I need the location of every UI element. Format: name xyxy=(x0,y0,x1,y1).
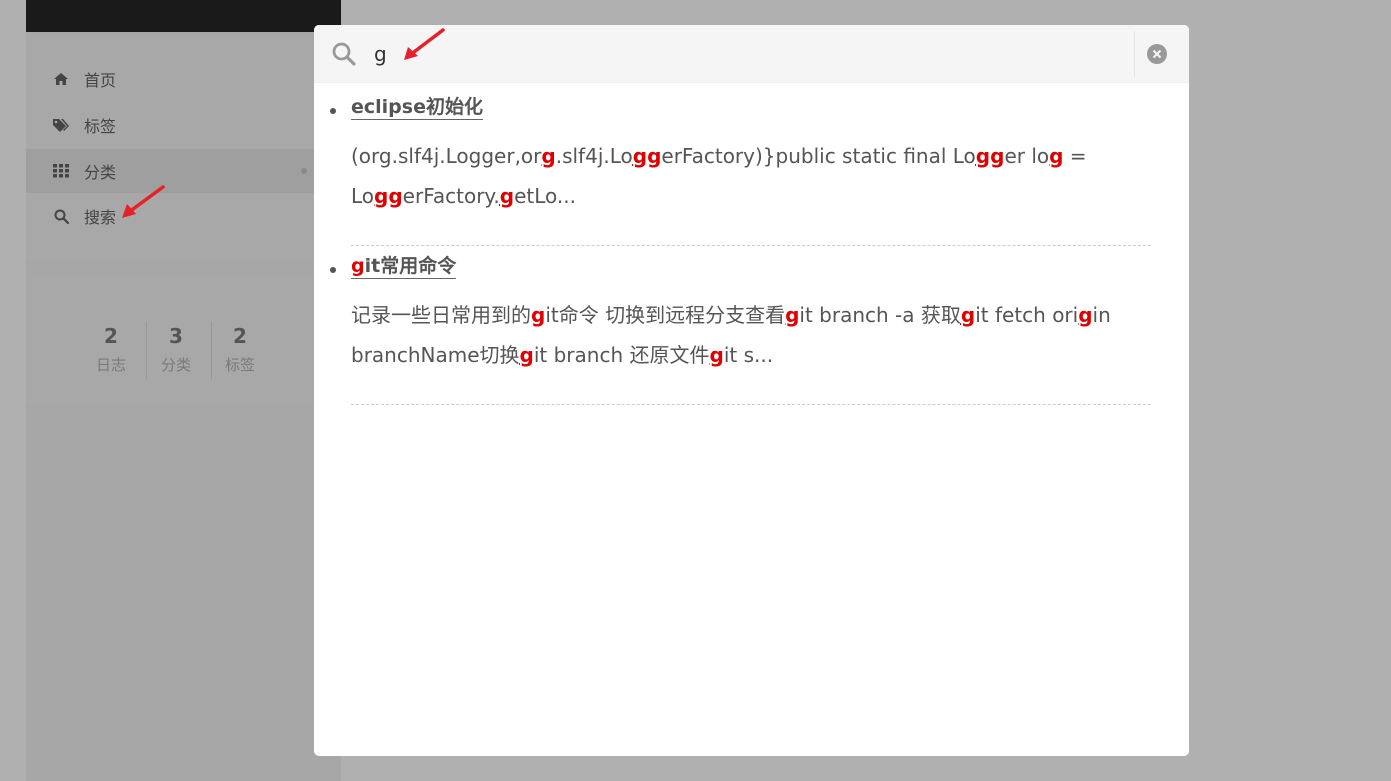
menu-item-tags[interactable]: 标签 xyxy=(26,103,341,147)
excerpt-text: it fetch ori xyxy=(975,303,1079,327)
match-highlight: g xyxy=(519,343,534,367)
search-input[interactable] xyxy=(374,38,1114,70)
search-popup: eclipse初始化 (org.slf4j.Logger,org.slf4j.L… xyxy=(314,25,1189,756)
excerpt-text: .slf4j.Lo xyxy=(555,144,633,168)
th-icon xyxy=(52,162,70,180)
result-excerpt: 记录一些日常用到的git命令 切换到远程分支查看git branch -a 获取… xyxy=(351,295,1151,375)
menu-item-label: 搜索 xyxy=(84,208,117,227)
brand-bar xyxy=(26,0,341,32)
header-divider xyxy=(1134,31,1135,77)
match-highlight: g xyxy=(531,303,546,327)
active-dot xyxy=(301,168,307,174)
annotation-arrow xyxy=(122,185,165,218)
match-highlight: g xyxy=(1049,144,1064,168)
bullet xyxy=(330,108,336,114)
menu-item-categories[interactable]: 分类 xyxy=(26,149,341,193)
excerpt-text: erFactory)}public static final Lo xyxy=(661,144,976,168)
match-highlight: g xyxy=(709,343,724,367)
excerpt-text: (org.slf4j.Logger,or xyxy=(351,144,542,168)
match-highlight: gg xyxy=(374,184,403,208)
excerpt-text: 记录一些日常用到的 xyxy=(351,303,531,327)
excerpt-text: etLo... xyxy=(514,184,576,208)
menu-item-label: 分类 xyxy=(84,163,117,182)
search-icon xyxy=(52,207,70,225)
result-item: eclipse初始化 (org.slf4j.Logger,org.slf4j.L… xyxy=(330,95,1151,246)
stat-count: 2 xyxy=(233,324,247,348)
menu-item-label: 标签 xyxy=(84,117,117,136)
match-highlight: g xyxy=(785,303,800,327)
excerpt-text: it s... xyxy=(723,343,774,367)
excerpt-text: er lo xyxy=(1004,144,1050,168)
match-highlight: g xyxy=(541,144,556,168)
match-highlight: gg xyxy=(632,144,662,168)
stat-label: 标签 xyxy=(224,356,255,374)
sidebar-menu: 首页 标签 分类 搜索 xyxy=(26,38,341,260)
excerpt-text: erFactory. xyxy=(402,184,500,208)
site-stats: 2 日志 3 分类 2 标签 xyxy=(26,274,341,404)
match-highlight: g xyxy=(960,303,976,327)
menu-item-search[interactable]: 搜索 xyxy=(26,194,341,238)
menu-item-home[interactable]: 首页 xyxy=(26,57,341,101)
result-excerpt: (org.slf4j.Logger,org.slf4j.LoggerFactor… xyxy=(351,136,1151,216)
stat-count: 3 xyxy=(169,324,183,348)
stat-tags[interactable]: 2 标签 xyxy=(208,324,272,375)
match-highlight: g xyxy=(1078,303,1093,327)
stat-label: 日志 xyxy=(95,356,126,374)
match-highlight: g xyxy=(499,184,515,208)
stat-posts[interactable]: 2 日志 xyxy=(79,324,143,375)
excerpt-text: it branch 还原文件 xyxy=(533,343,710,367)
excerpt-text: it branch -a 获取 xyxy=(799,303,961,327)
annotation-arrow xyxy=(404,28,445,60)
tags-icon xyxy=(52,116,70,134)
stat-categories[interactable]: 3 分类 xyxy=(144,324,208,375)
match-highlight: gg xyxy=(975,144,1005,168)
close-button[interactable] xyxy=(1147,44,1167,64)
result-title[interactable]: git常用命令 xyxy=(351,254,457,279)
result-item: git常用命令 记录一些日常用到的git命令 切换到远程分支查看git bran… xyxy=(330,254,1151,405)
excerpt-text: it命令 切换到远程分支查看 xyxy=(545,303,786,327)
search-icon xyxy=(332,42,356,66)
home-icon xyxy=(52,70,70,88)
stat-label: 分类 xyxy=(160,356,191,374)
bullet xyxy=(330,267,336,273)
result-title[interactable]: eclipse初始化 xyxy=(351,95,483,120)
menu-item-label: 首页 xyxy=(84,71,117,90)
stat-count: 2 xyxy=(104,324,118,348)
close-icon xyxy=(1152,49,1162,59)
